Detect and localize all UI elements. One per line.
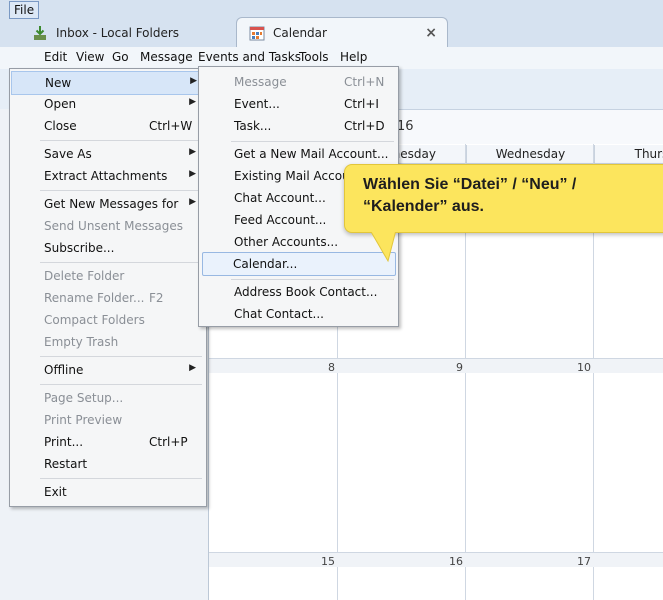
menu-edit[interactable]: Edit [44,50,67,64]
menu-item-address-book-contact[interactable]: Address Book Contact... [200,281,397,303]
date-title: 16 [397,119,414,134]
menu-item-restart[interactable]: Restart [11,453,205,475]
menu-separator [40,356,202,357]
menu-item-empty-trash[interactable]: Empty Trash [11,331,205,353]
menu-item-new[interactable]: New ▶ [11,71,207,95]
inbox-download-icon [32,25,48,41]
menu-item-print-preview[interactable]: Print Preview [11,409,205,431]
menu-item-offline[interactable]: Offline ▶ [11,359,205,381]
grid-line [209,358,663,359]
day-number: 10 [577,361,591,374]
day-header: Wednesday [466,145,594,164]
menu-item-save-as[interactable]: Save As ▶ [11,143,205,165]
submenu-arrow-icon: ▶ [189,97,196,107]
tab-label: Inbox - Local Folders [56,26,180,40]
menu-message[interactable]: Message [140,50,193,64]
menu-view[interactable]: View [76,50,104,64]
callout-pointer [369,229,397,263]
submenu-arrow-icon: ▶ [189,197,196,207]
menu-item-extract-attachments[interactable]: Extract Attachments ▶ [11,165,205,187]
submenu-arrow-icon: ▶ [189,147,196,157]
menu-item-delete-folder[interactable]: Delete Folder [11,265,205,287]
day-number: 16 [449,555,463,568]
calendar-icon [249,25,265,41]
menu-item-subscribe[interactable]: Subscribe... [11,237,205,259]
menu-events-and-tasks[interactable]: Events and Tasks [198,50,301,64]
tab-calendar[interactable]: Calendar × [236,17,448,48]
menu-separator [40,140,202,141]
menu-item-print[interactable]: Print... Ctrl+P [11,431,205,453]
menu-go[interactable]: Go [112,50,129,64]
day-number: 8 [328,361,335,374]
day-number: 15 [321,555,335,568]
menu-item-exit[interactable]: Exit [11,481,205,503]
grid-line [209,552,663,553]
menu-item-open[interactable]: Open ▶ [11,93,205,115]
tab-label: Calendar [273,26,327,40]
submenu-arrow-icon: ▶ [190,76,197,86]
callout-text: Wählen Sie “Datei” / “Neu” / “Kalender” … [363,176,577,215]
close-icon[interactable]: × [425,25,437,41]
menu-item-get-new-mail-account[interactable]: Get a New Mail Account... [200,143,397,165]
day-number: 9 [456,361,463,374]
instruction-callout: Wählen Sie “Datei” / “Neu” / “Kalender” … [344,164,663,233]
menu-file[interactable]: File [9,1,40,19]
menu-item-calendar[interactable]: Calendar... [202,252,396,276]
menu-separator [40,384,202,385]
menu-separator [40,190,202,191]
submenu-arrow-icon: ▶ [189,363,196,373]
menu-tools[interactable]: Tools [299,50,329,64]
day-number: 17 [577,555,591,568]
menu-item-rename-folder[interactable]: Rename Folder... F2 [11,287,205,309]
menu-separator [40,262,202,263]
menu-item-send-unsent-messages[interactable]: Send Unsent Messages [11,215,205,237]
menu-item-page-setup[interactable]: Page Setup... [11,387,205,409]
menu-help[interactable]: Help [340,50,367,64]
submenu-arrow-icon: ▶ [189,169,196,179]
menu-item-compact-folders[interactable]: Compact Folders [11,309,205,331]
menu-item-get-new-messages-for[interactable]: Get New Messages for ▶ [11,193,205,215]
day-header: Thurs [594,145,663,164]
menu-separator [40,478,202,479]
file-menu: New ▶ Open ▶ Close Ctrl+W Save As ▶ Extract … [9,68,207,507]
menu-separator [231,141,394,142]
menu-separator [231,279,394,280]
menu-item-close[interactable]: Close Ctrl+W [11,115,205,137]
tab-inbox[interactable]: Inbox - Local Folders [20,19,230,47]
menu-item-event[interactable]: Event... Ctrl+I [200,93,397,115]
menu-item-task[interactable]: Task... Ctrl+D [200,115,397,137]
menu-item-message[interactable]: Message Ctrl+N [200,71,397,93]
menu-item-chat-contact[interactable]: Chat Contact... [200,303,397,325]
